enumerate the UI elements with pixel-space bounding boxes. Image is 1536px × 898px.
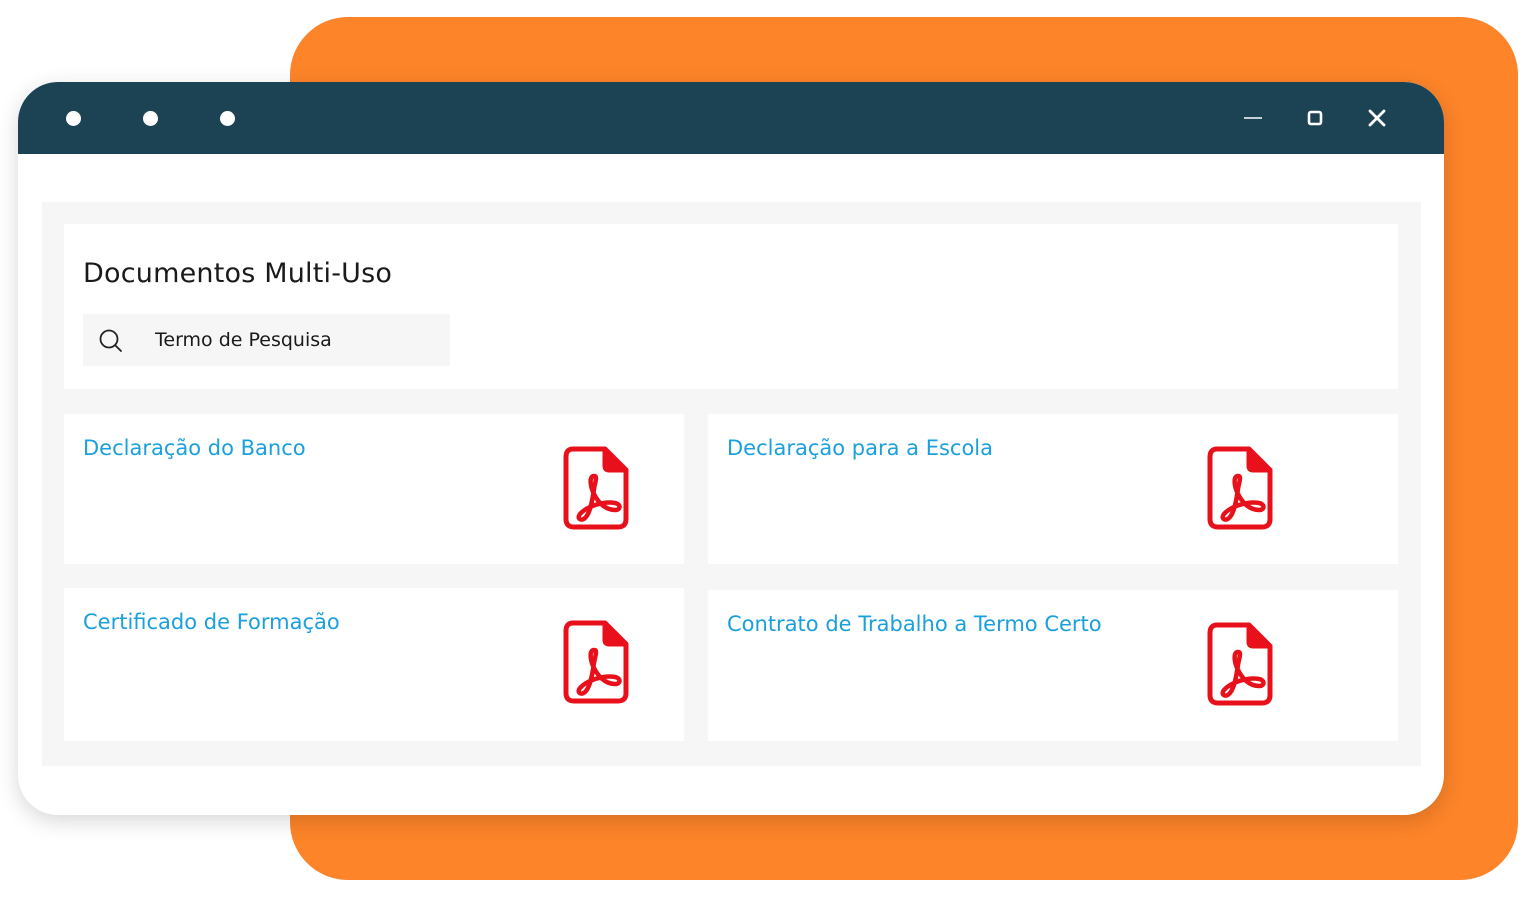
document-card-declaracao-banco[interactable]: Declaração do Banco (64, 414, 684, 564)
document-card-contrato-trabalho[interactable]: Contrato de Trabalho a Termo Certo (708, 590, 1398, 741)
content-area: Documentos Multi-Uso Declaração do Banco (42, 202, 1421, 766)
close-icon[interactable] (1365, 106, 1389, 130)
pdf-icon[interactable] (563, 620, 629, 704)
document-title[interactable]: Certificado de Formação (83, 610, 340, 634)
window-dot-1 (66, 111, 81, 126)
pdf-icon[interactable] (563, 446, 629, 530)
search-box[interactable] (83, 314, 450, 366)
title-bar (18, 82, 1444, 154)
document-card-declaracao-escola[interactable]: Declaração para a Escola (708, 414, 1398, 564)
window-dot-3 (220, 111, 235, 126)
maximize-icon[interactable] (1303, 106, 1327, 130)
document-card-certificado-formacao[interactable]: Certificado de Formação (64, 588, 684, 741)
search-icon (97, 327, 125, 355)
page-title: Documentos Multi-Uso (83, 258, 393, 289)
pdf-icon[interactable] (1207, 446, 1273, 530)
window-dot-2 (143, 111, 158, 126)
minimize-icon[interactable] (1241, 106, 1265, 130)
search-input[interactable] (155, 314, 435, 366)
pdf-icon[interactable] (1207, 622, 1273, 706)
document-title[interactable]: Contrato de Trabalho a Termo Certo (727, 612, 1102, 636)
header-panel: Documentos Multi-Uso (64, 224, 1398, 389)
document-title[interactable]: Declaração para a Escola (727, 436, 993, 460)
app-window: Documentos Multi-Uso Declaração do Banco (18, 82, 1444, 815)
document-title[interactable]: Declaração do Banco (83, 436, 306, 460)
